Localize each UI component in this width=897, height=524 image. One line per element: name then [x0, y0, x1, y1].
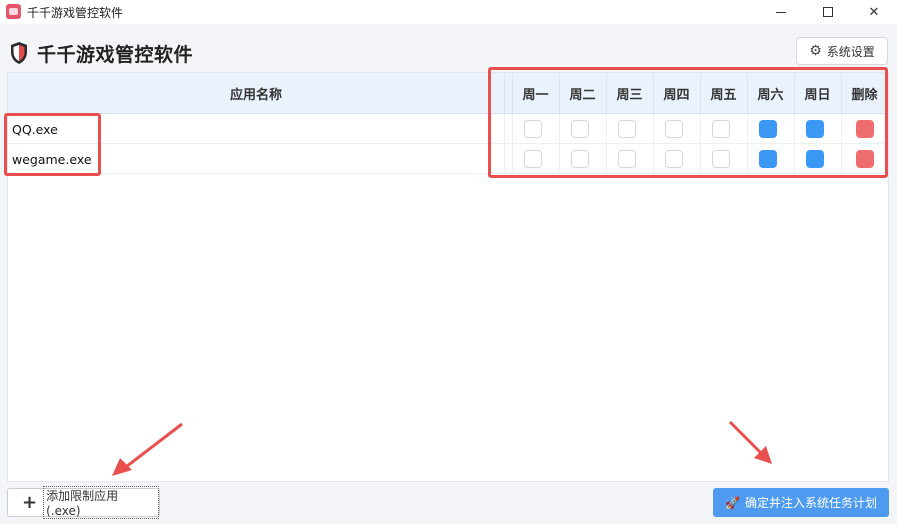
- title-bar: 千千游戏管控软件 ✕: [0, 0, 897, 24]
- plus-icon: +: [22, 491, 38, 513]
- settings-button[interactable]: ⚙ 系统设置: [796, 37, 888, 65]
- highlight-schedule-columns: [488, 67, 888, 178]
- maximize-button[interactable]: [805, 0, 851, 24]
- add-app-label: 添加限制应用 (.exe): [43, 486, 159, 519]
- minimize-button[interactable]: [758, 0, 804, 24]
- settings-button-label: 系统设置: [826, 44, 875, 59]
- shield-icon: [11, 42, 27, 64]
- confirm-inject-button[interactable]: 🚀 确定并注入系统任务计划: [713, 488, 889, 517]
- add-app-button[interactable]: + 添加限制应用 (.exe): [7, 486, 160, 519]
- close-button[interactable]: ✕: [851, 0, 897, 24]
- rocket-icon: 🚀: [725, 495, 740, 510]
- annotation-arrow-icon: [728, 420, 772, 464]
- column-header-app-name: 应用名称: [229, 88, 282, 103]
- window-title: 千千游戏管控软件: [27, 6, 124, 20]
- minimize-icon: [776, 11, 786, 13]
- app-icon: [6, 4, 21, 19]
- confirm-label: 确定并注入系统任务计划: [744, 496, 877, 510]
- maximize-icon: [823, 7, 833, 17]
- gear-icon: ⚙: [809, 43, 822, 59]
- page-title: 千千游戏管控软件: [37, 44, 194, 66]
- annotation-arrow-icon: [112, 422, 183, 476]
- highlight-app-names: [4, 113, 101, 176]
- close-icon: ✕: [868, 4, 880, 20]
- app-header: 千千游戏管控软件 ⚙ 系统设置: [0, 24, 897, 72]
